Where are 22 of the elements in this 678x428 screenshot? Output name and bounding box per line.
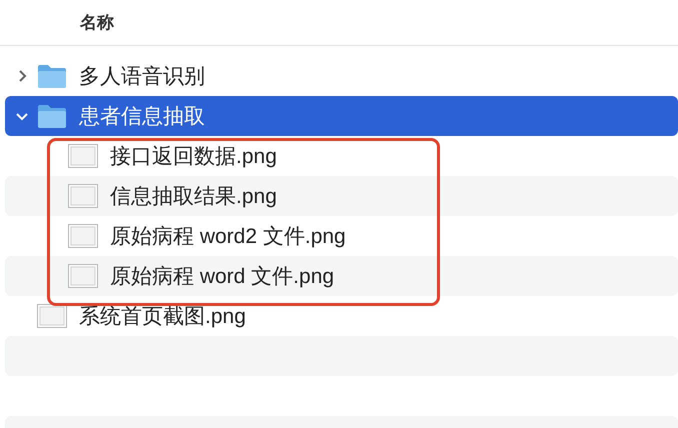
selected-folder-row[interactable]: 患者信息抽取 (5, 96, 678, 136)
name-column-header[interactable]: 名称 (80, 11, 114, 34)
folder-name: 患者信息抽取 (79, 104, 205, 130)
file-list-row[interactable]: 多人语音识别 (5, 56, 678, 96)
file-list-row[interactable]: 接口返回数据.png (5, 136, 678, 176)
file-list-row[interactable]: 原始病程 word 文件.png (5, 256, 678, 296)
image-file-icon (37, 304, 67, 328)
file-name: 信息抽取结果.png (110, 184, 277, 210)
file-name: 原始病程 word2 文件.png (110, 224, 346, 250)
file-name: 原始病程 word 文件.png (110, 264, 334, 290)
folder-name: 多人语音识别 (79, 64, 205, 90)
folder-icon (37, 64, 67, 88)
file-list-row[interactable]: 系统首页截图.png (5, 296, 678, 336)
file-name: 系统首页截图.png (79, 304, 246, 330)
file-list-row[interactable]: 信息抽取结果.png (5, 176, 678, 216)
image-file-icon (68, 224, 98, 248)
folder-icon (37, 104, 67, 128)
file-name: 接口返回数据.png (110, 144, 277, 170)
image-file-icon (68, 264, 98, 288)
image-file-icon (68, 184, 98, 208)
file-list-row[interactable]: 原始病程 word2 文件.png (5, 216, 678, 256)
image-file-icon (68, 144, 98, 168)
